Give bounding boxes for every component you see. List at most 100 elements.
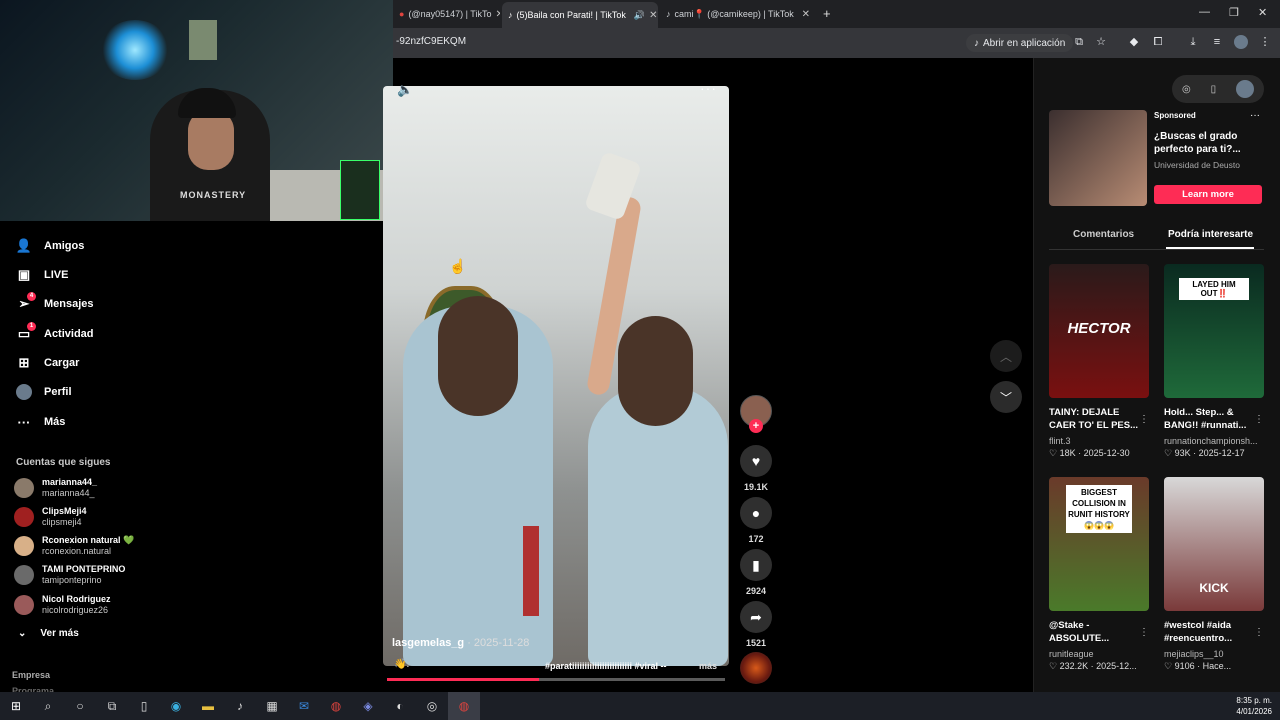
video-author-name[interactable]: lasgemelas_g — [392, 637, 464, 649]
video-author[interactable]: runitleague — [1049, 649, 1149, 659]
file-icon[interactable]: ▯ — [128, 692, 160, 720]
browser-tab[interactable]: ♪ cami📍 (@camikeep) | TikTok ✕ — [660, 4, 816, 24]
music-disc-icon[interactable] — [740, 652, 772, 684]
user-avatar[interactable] — [1236, 80, 1255, 98]
video-thumbnail[interactable]: BIGGEST COLLISION IN RUNIT HISTORY 😱😱😱 — [1049, 477, 1149, 611]
account-name: Rconexion natural 💚 — [42, 535, 135, 545]
video-author[interactable]: lasgemelas_g · 2025-11-28 — [392, 637, 529, 649]
cortana-icon[interactable]: ○ — [64, 692, 96, 720]
ad-title[interactable]: ¿Buscas el grado perfecto para ti?... — [1154, 130, 1254, 156]
video-progress-bar[interactable] — [387, 678, 725, 681]
account-name: marianna44_ — [42, 477, 98, 487]
video-more-icon[interactable]: ⋮ — [1139, 414, 1149, 425]
browser-menu-icon[interactable]: ⋮ — [1258, 35, 1272, 49]
mail-icon[interactable]: ✉ — [288, 692, 320, 720]
nav-item-live[interactable]: ▣ LIVE — [16, 267, 69, 283]
video-title[interactable]: @Stake - ABSOLUTE... — [1049, 619, 1149, 645]
learn-more-button[interactable]: Learn more — [1154, 185, 1262, 204]
video-thumbnail[interactable]: LAYED HIM OUT‼️ — [1164, 264, 1264, 398]
steam-icon[interactable]: ◐ — [384, 692, 416, 720]
recommended-video[interactable]: LAYED HIM OUT‼️ ⋮ Hold... Step... & BANG!… — [1164, 264, 1264, 459]
nav-item-profile[interactable]: Perfil — [16, 384, 72, 400]
store-icon[interactable]: ▦ — [256, 692, 288, 720]
extensions-icon[interactable]: ⧠ — [1151, 35, 1165, 49]
followed-account[interactable]: ClipsMeji4 clipsmeji4 — [14, 506, 87, 528]
followed-account[interactable]: marianna44_ marianna44_ — [14, 477, 97, 499]
ad-more-icon[interactable]: ··· — [1250, 110, 1260, 121]
tab-label: (@nay05147) | TikTo — [408, 9, 492, 19]
minimize-icon[interactable]: — — [1199, 6, 1210, 18]
recommended-video[interactable]: BIGGEST COLLISION IN RUNIT HISTORY 😱😱😱 ⋮… — [1049, 477, 1149, 672]
media-queue-icon[interactable]: ≡ — [1210, 35, 1224, 49]
followed-account[interactable]: TAMI PONTEPRINO tamiponteprino — [14, 564, 125, 586]
close-tab-icon[interactable]: ✕ — [802, 9, 810, 20]
nav-item-upload[interactable]: ⊞ Cargar — [16, 355, 80, 371]
volume-icon[interactable]: 🔈 — [397, 82, 413, 98]
chrome-icon[interactable]: ◍ — [320, 692, 352, 720]
task-view-icon[interactable]: ⧉ — [96, 692, 128, 720]
comment-button[interactable]: ● — [740, 497, 772, 529]
video-hashtags[interactable]: #paratiiiiiiiiiiiiiiiiiiiiiiii #viral -- — [545, 661, 695, 671]
video-more-icon[interactable]: ⋮ — [1139, 627, 1149, 638]
profile-avatar-icon[interactable] — [1234, 35, 1248, 49]
save-button[interactable]: ▮ — [740, 549, 772, 581]
discord-icon[interactable]: ◈ — [352, 692, 384, 720]
url-text[interactable]: -92nzfC9EKQM — [396, 36, 466, 47]
translate-icon[interactable]: ⧉ — [1072, 35, 1086, 49]
new-tab-icon[interactable]: + — [823, 6, 831, 21]
nav-item-activity[interactable]: ▭ 1 Actividad — [16, 322, 94, 342]
obs-icon[interactable]: ◎ — [416, 692, 448, 720]
video-thumbnail[interactable]: KICK — [1164, 477, 1264, 611]
previous-video-button[interactable]: ︿ — [990, 340, 1022, 372]
windows-start-icon[interactable]: ⊞ — [0, 692, 32, 720]
video-thumbnail[interactable]: HECTOR — [1049, 264, 1149, 398]
system-clock[interactable]: 8:35 p. m. 4/01/2026 — [1236, 695, 1272, 717]
nutcracker-decor — [523, 526, 539, 616]
browser-tab-active[interactable]: ♪ (5)Baila con Parati! | TikTok 🔊 ✕ — [502, 2, 658, 28]
close-window-icon[interactable]: ✕ — [1258, 6, 1267, 19]
chrome-active-icon[interactable]: ◍ — [448, 692, 480, 720]
footer-link-company[interactable]: Empresa — [12, 670, 50, 680]
compass-icon[interactable]: ◎ — [1182, 84, 1191, 95]
close-tab-icon[interactable]: ✕ — [495, 9, 500, 20]
tab-comments[interactable]: Comentarios — [1073, 229, 1134, 240]
video-author[interactable]: flint.3 — [1049, 436, 1149, 446]
video-title[interactable]: #westcol #aida #reencuentro... — [1164, 619, 1264, 645]
download-icon[interactable]: ⤓ — [1186, 35, 1200, 49]
tab-recommended[interactable]: Podría interesarte — [1168, 229, 1253, 240]
video-more-icon[interactable]: ⋮ — [1254, 627, 1264, 638]
share-button[interactable]: ➦ — [740, 601, 772, 633]
speaker-icon[interactable]: 🔊 — [634, 10, 645, 21]
video-player[interactable] — [383, 86, 729, 666]
video-more-options-icon[interactable]: ··· — [700, 80, 717, 96]
nav-item-friends[interactable]: 👤 Amigos — [16, 238, 84, 254]
expand-caption-button[interactable]: más — [699, 661, 717, 671]
extension-diamond-icon[interactable]: ◆ — [1127, 35, 1141, 49]
file-explorer-icon[interactable]: ▬ — [192, 692, 224, 720]
like-button[interactable]: ♥ — [740, 445, 772, 477]
ad-thumbnail[interactable] — [1049, 110, 1147, 206]
video-author[interactable]: mejiaclips__10 — [1164, 649, 1264, 659]
video-title[interactable]: Hold... Step... & BANG!! #runnati... — [1164, 406, 1264, 432]
close-tab-icon[interactable]: ✕ — [649, 10, 657, 21]
edge-icon[interactable]: ◉ — [160, 692, 192, 720]
nav-item-messages[interactable]: ➢ 4 Mensajes — [16, 292, 94, 312]
tiktok-app-icon[interactable]: ♪ — [224, 692, 256, 720]
bookmark-star-icon[interactable]: ☆ — [1094, 35, 1108, 49]
recommended-video[interactable]: KICK ⋮ #westcol #aida #reencuentro... mej… — [1164, 477, 1264, 672]
video-author[interactable]: runnationchampionsh... — [1164, 436, 1264, 446]
see-more-button[interactable]: ⌄ Ver más — [18, 628, 79, 639]
next-video-button[interactable]: ﹀ — [990, 381, 1022, 413]
nav-item-more[interactable]: ··· Más — [16, 414, 66, 430]
phone-icon[interactable]: ▯ — [1211, 84, 1217, 95]
followed-account[interactable]: Rconexion natural 💚 rconexion.natural — [14, 535, 134, 557]
follow-plus-icon[interactable]: + — [749, 419, 763, 433]
browser-tab[interactable]: ● (@nay05147) | TikTo ✕ — [393, 4, 500, 24]
restore-icon[interactable]: ❐ — [1229, 6, 1239, 19]
video-title[interactable]: TAINY: DEJALE CAER TO' EL PES... — [1049, 406, 1149, 432]
video-more-icon[interactable]: ⋮ — [1254, 414, 1264, 425]
followed-account[interactable]: Nicol Rodriguez nicolrodriguez26 — [14, 594, 111, 616]
recommended-video[interactable]: HECTOR ⋮ TAINY: DEJALE CAER TO' EL PES...… — [1049, 264, 1149, 459]
open-in-app-button[interactable]: ♪ Abrir en aplicación — [966, 34, 1074, 52]
search-icon[interactable]: ⌕ — [32, 692, 64, 720]
